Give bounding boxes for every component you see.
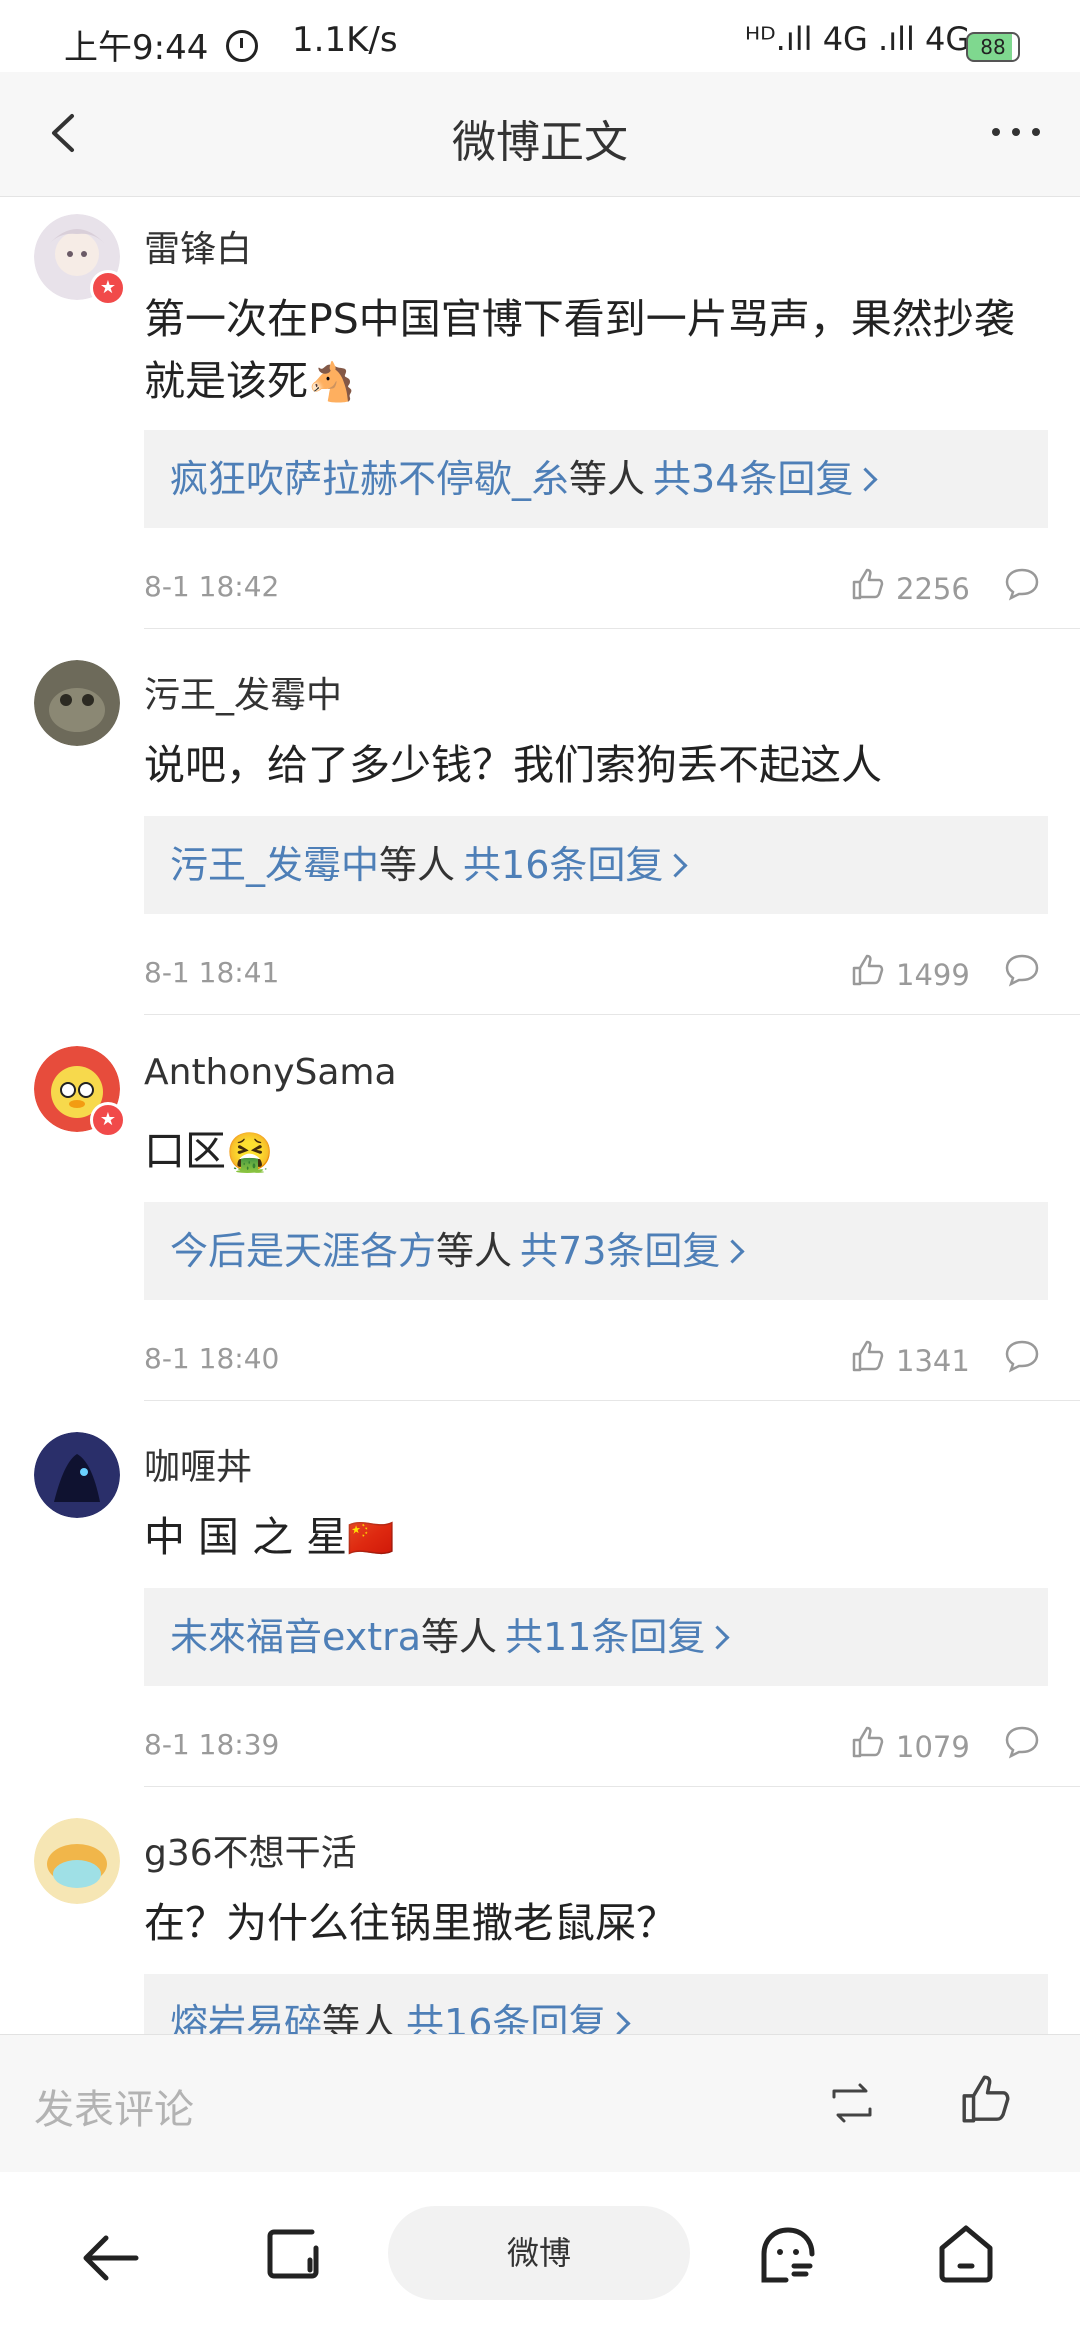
top-nav-bar: 微博正文 [0,72,1080,197]
comment-divider [144,1400,1080,1401]
reply-others: 等人 [379,843,456,887]
comment-text-body: 在？为什么往锅里撒老鼠屎？ [144,1899,677,1947]
page-title: 微博正文 [452,117,628,168]
system-navigation-bar: 微博 [0,2172,1080,2340]
comment-time: 8-1 18:41 [144,956,280,989]
verified-badge-icon: ★ [90,270,126,306]
chevron-right-icon [705,1625,730,1650]
comment-time: 8-1 18:40 [144,1342,280,1375]
reply-names[interactable]: 未來福音extra [170,1615,421,1659]
repost-icon[interactable] [826,2077,878,2129]
reply-preview[interactable]: 疯狂吹萨拉赫不停歇_糸等人 共34条回复 [144,430,1048,528]
comment-text-body: 口区 [144,1127,226,1175]
chevron-right-icon [720,1239,745,1264]
status-speed: 1.1K/s [292,20,398,60]
reply-count[interactable]: 共16条回复 [463,843,663,887]
reply-bubble-icon[interactable] [1004,1338,1040,1374]
avatar[interactable] [34,660,120,746]
comment-username[interactable]: 咖喱丼 [144,1438,252,1490]
comment-text: 第一次在PS中国官博下看到一片骂声，果然抄袭就是该死🐴 [144,288,1044,413]
horse-emoji: 🐴 [308,360,356,404]
comment-text: 在？为什么往锅里撒老鼠屎？ [144,1892,1044,1954]
recent-apps-icon[interactable] [264,2224,324,2284]
reply-preview[interactable]: 熔岩易碎等人 共16条回复 [144,1974,1048,2034]
reply-names[interactable]: 熔岩易碎 [170,2001,322,2034]
comment-input-bar: 发表评论 [0,2034,1080,2173]
like-count: 1079 [896,1730,970,1764]
reply-others: 等人 [322,2001,399,2034]
assistant-icon[interactable] [758,2224,818,2286]
chevron-right-icon [853,467,878,492]
comment-time: 8-1 18:39 [144,1728,280,1761]
comment-item: g36不想干活 在？为什么往锅里撒老鼠屎？ 熔岩易碎等人 共16条回复 [0,1788,1080,2034]
vomit-emoji: 🤮 [226,1130,274,1174]
thumbs-up-icon[interactable] [850,1338,886,1374]
reply-others: 等人 [569,457,646,501]
chevron-right-icon [606,2011,631,2034]
status-time: 上午9:44 [64,28,209,68]
comment-username[interactable]: g36不想干活 [144,1824,357,1876]
comment-input[interactable]: 发表评论 [34,2077,194,2135]
current-app-label[interactable]: 微博 [388,2206,690,2300]
reply-bubble-icon[interactable] [1004,952,1040,988]
reply-count[interactable]: 共34条回复 [653,457,853,501]
chevron-right-icon [663,853,688,878]
reply-preview[interactable]: 今后是天涯各方等人 共73条回复 [144,1202,1048,1300]
thumbs-up-icon[interactable] [850,952,886,988]
avatar[interactable] [34,1818,120,1904]
thumbs-up-icon[interactable] [850,566,886,602]
reply-names[interactable]: 疯狂吹萨拉赫不停歇_糸 [170,457,569,501]
reply-bubble-icon[interactable] [1004,1724,1040,1760]
more-dots-icon[interactable] [986,112,1046,152]
battery-indicator: 88 [966,32,1020,62]
reply-names[interactable]: 污王_发霉中 [170,843,379,887]
thumbs-up-icon[interactable] [958,2071,1014,2127]
nav-back-icon[interactable] [80,2230,140,2286]
network-signal: ᴴᴰ.ıll 4G .ıll 4G [745,20,971,58]
thumbs-up-icon[interactable] [850,1724,886,1760]
home-icon[interactable] [936,2222,996,2286]
comment-time: 8-1 18:42 [144,570,280,603]
comment-divider [144,1786,1080,1787]
comment-username[interactable]: 雷锋白 [144,220,252,272]
comment-divider [144,1014,1080,1015]
china-flag-emoji: 🇨🇳 [347,1516,395,1560]
reply-others: 等人 [421,1615,498,1659]
comment-text: 中 国 之 星🇨🇳 [144,1506,1044,1569]
like-count: 1341 [896,1344,970,1378]
reply-count[interactable]: 共73条回复 [520,1229,720,1273]
status-bar: 上午9:44 1.1K/s ᴴᴰ.ıll 4G .ıll 4G 88 [0,0,1080,72]
like-count: 2256 [896,572,970,606]
comment-text: 口区🤮 [144,1120,1044,1183]
reply-preview[interactable]: 未來福音extra等人 共11条回复 [144,1588,1048,1686]
reply-preview[interactable]: 污王_发霉中等人 共16条回复 [144,816,1048,914]
reply-count[interactable]: 共16条回复 [406,2001,606,2034]
comment-username[interactable]: AnthonySama [144,1052,397,1093]
comment-username[interactable]: 污王_发霉中 [144,666,342,718]
avatar[interactable] [34,1432,120,1518]
comment-text: 说吧，给了多少钱？我们索狗丢不起这人 [144,734,1044,796]
comment-divider [144,628,1080,629]
reply-names[interactable]: 今后是天涯各方 [170,1229,436,1273]
comment-text-body: 说吧，给了多少钱？我们索狗丢不起这人 [144,741,882,789]
like-count: 1499 [896,958,970,992]
alarm-icon [226,30,258,62]
reply-count[interactable]: 共11条回复 [505,1615,705,1659]
comment-text-body: 第一次在PS中国官博下看到一片骂声，果然抄袭就是该死 [144,295,1015,405]
comment-text-body: 中 国 之 星 [144,1513,348,1561]
reply-others: 等人 [436,1229,513,1273]
verified-badge-icon: ★ [90,1102,126,1138]
reply-bubble-icon[interactable] [1004,566,1040,602]
